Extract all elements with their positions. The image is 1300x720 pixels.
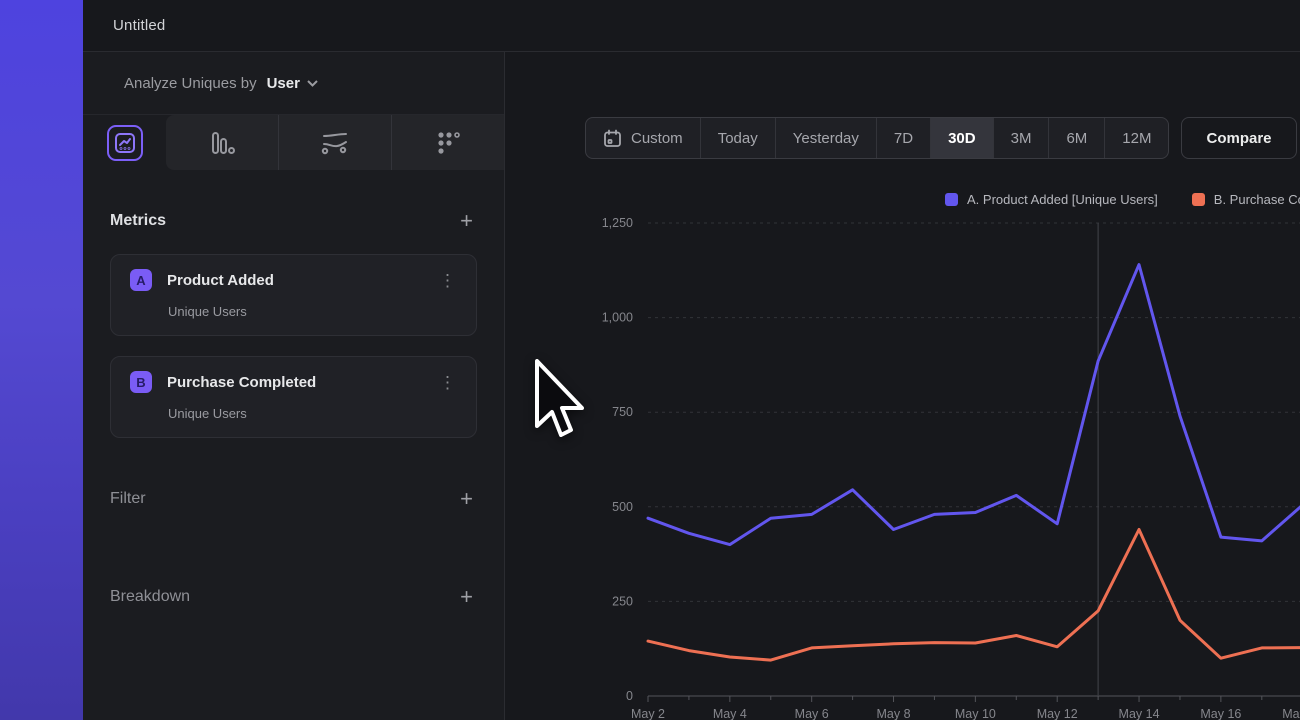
chevron-down-icon bbox=[307, 80, 318, 87]
metric-card-list: AProduct Added⋮Unique UsersBPurchase Com… bbox=[83, 254, 504, 438]
range-label: 12M bbox=[1122, 130, 1151, 147]
document-title: Untitled bbox=[113, 17, 165, 34]
compare-button[interactable]: Compare bbox=[1181, 117, 1296, 159]
x-axis-label: May 2 bbox=[631, 707, 665, 720]
line-chart: 0 250 500 750 1,000 1,250 May 2 May 4 May 6 May 8… bbox=[505, 160, 1300, 720]
range-label: Today bbox=[718, 130, 758, 147]
analyze-by-dropdown[interactable]: User bbox=[267, 75, 318, 92]
x-axis-label: May 4 bbox=[713, 707, 747, 720]
tab-line-chart[interactable] bbox=[83, 115, 166, 170]
range-button-today[interactable]: Today bbox=[700, 118, 775, 158]
bar-chart-icon bbox=[207, 130, 237, 156]
app-screenshot: Untitled Analyze Uniques by User bbox=[0, 0, 1300, 720]
metric-measure: Unique Users bbox=[168, 406, 460, 421]
range-label: Custom bbox=[631, 130, 683, 147]
x-axis-label: May 18 bbox=[1282, 707, 1300, 720]
analyze-by-row: Analyze Uniques by User bbox=[83, 52, 504, 115]
range-label: 30D bbox=[948, 130, 976, 147]
y-axis-label: 250 bbox=[612, 594, 633, 608]
chart-type-tabs bbox=[83, 115, 504, 170]
grid-dots-icon bbox=[434, 129, 462, 157]
metrics-title: Metrics bbox=[110, 212, 166, 230]
analytics-app-window: Untitled Analyze Uniques by User bbox=[83, 0, 1300, 720]
breakdown-section-header: Breakdown + bbox=[83, 584, 504, 610]
y-axis-label: 750 bbox=[612, 405, 633, 419]
tab-grid[interactable] bbox=[391, 115, 504, 170]
y-axis-label: 1,000 bbox=[602, 311, 633, 325]
metric-name: Purchase Completed bbox=[167, 374, 435, 391]
metric-name: Product Added bbox=[167, 272, 435, 289]
range-label: 3M bbox=[1011, 130, 1032, 147]
range-button-30d[interactable]: 30D bbox=[930, 118, 993, 158]
range-button-12m[interactable]: 12M bbox=[1104, 118, 1168, 158]
range-label: 7D bbox=[894, 130, 913, 147]
metrics-section-header: Metrics + bbox=[83, 208, 504, 234]
filter-section-header: Filter + bbox=[83, 486, 504, 512]
x-axis-label: May 8 bbox=[876, 707, 910, 720]
background-gradient bbox=[0, 0, 83, 720]
x-axis-label: May 6 bbox=[795, 707, 829, 720]
metric-badge: B bbox=[130, 371, 152, 393]
range-label: 6M bbox=[1066, 130, 1087, 147]
add-metric-button[interactable]: + bbox=[456, 208, 477, 234]
breakdown-title: Breakdown bbox=[110, 588, 190, 606]
x-axis-label: May 14 bbox=[1119, 707, 1160, 720]
add-breakdown-button[interactable]: + bbox=[456, 584, 477, 610]
series-line bbox=[648, 530, 1300, 661]
metric-card[interactable]: B Purchase Completed⋮ Unique Users bbox=[110, 356, 477, 438]
top-bar: Untitled bbox=[83, 0, 1300, 52]
y-axis-label: 1,250 bbox=[602, 216, 633, 230]
x-axis-label: May 10 bbox=[955, 707, 996, 720]
analyze-by-label: Analyze Uniques by bbox=[124, 75, 257, 92]
tab-bar-chart[interactable] bbox=[166, 115, 278, 170]
date-range-segmented-control: Custom Today Yesterday 7D 30D 3M 6M 12M bbox=[585, 117, 1169, 159]
x-axis-label: May 12 bbox=[1037, 707, 1078, 720]
calendar-icon bbox=[603, 129, 622, 148]
add-filter-button[interactable]: + bbox=[456, 486, 477, 512]
metric-badge: A bbox=[130, 269, 152, 291]
x-axis-label: May 16 bbox=[1200, 707, 1241, 720]
range-button-custom[interactable]: Custom bbox=[586, 118, 700, 158]
filter-title: Filter bbox=[110, 490, 146, 508]
range-button-3m[interactable]: 3M bbox=[993, 118, 1049, 158]
chart-panel: Custom Today Yesterday 7D 30D 3M 6M 12M Compare… bbox=[505, 52, 1300, 720]
range-button-yesterday[interactable]: Yesterday bbox=[775, 118, 876, 158]
range-button-6m[interactable]: 6M bbox=[1048, 118, 1104, 158]
range-label: Yesterday bbox=[793, 130, 859, 147]
flow-icon bbox=[320, 130, 350, 156]
date-range-toolbar: Custom Today Yesterday 7D 30D 3M 6M 12M Compare bbox=[585, 117, 1297, 159]
line-chart-icon bbox=[107, 125, 143, 161]
series-line bbox=[648, 265, 1300, 545]
y-axis-label: 500 bbox=[612, 500, 633, 514]
tab-flow[interactable] bbox=[278, 115, 391, 170]
y-axis-label: 0 bbox=[626, 689, 633, 703]
analyze-by-value: User bbox=[267, 75, 300, 92]
kebab-menu-icon[interactable]: ⋮ bbox=[435, 374, 460, 391]
chart-type-tab-group bbox=[166, 115, 504, 170]
query-sidebar: Analyze Uniques by User bbox=[83, 52, 505, 720]
kebab-menu-icon[interactable]: ⋮ bbox=[435, 272, 460, 289]
range-button-7d[interactable]: 7D bbox=[876, 118, 930, 158]
metric-card[interactable]: A Product Added⋮ Unique Users bbox=[110, 254, 477, 336]
metric-measure: Unique Users bbox=[168, 304, 460, 319]
